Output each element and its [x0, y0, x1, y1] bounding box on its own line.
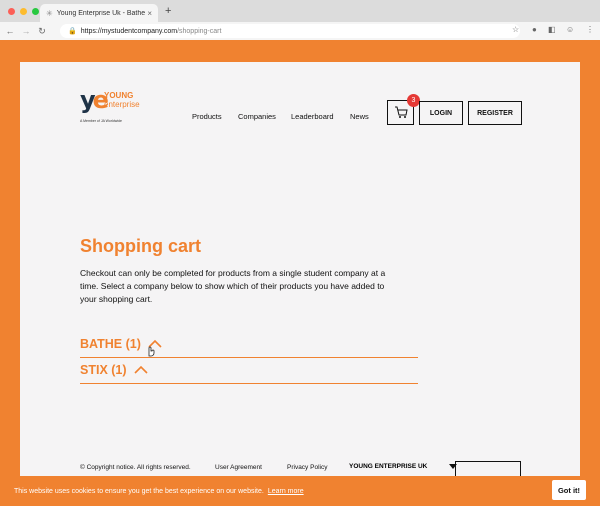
company-accordion-stix[interactable]: STIX (1) — [80, 363, 418, 384]
nav-companies[interactable]: Companies — [238, 112, 276, 121]
page-card: ye YOUNG enterprise A Member of JA World… — [20, 62, 580, 506]
url-path: /shopping-cart — [177, 27, 222, 35]
cookie-banner: This website uses cookies to ensure you … — [0, 476, 600, 506]
browser-chrome: ✳ Young Enterprise Uk - Bathe × + ← → ↻ … — [0, 0, 600, 40]
footer-privacy-policy[interactable]: Privacy Policy — [287, 464, 327, 471]
logo-mark: ye — [80, 86, 109, 114]
reload-icon[interactable]: ↻ — [36, 26, 48, 37]
logo-young: YOUNG — [104, 91, 134, 100]
young-enterprise-logo[interactable]: ye YOUNG enterprise A Member of JA World… — [80, 86, 160, 126]
logo-tagline: A Member of JA Worldwide — [80, 119, 122, 123]
org-select[interactable]: YOUNG ENTERPRISE UK — [349, 463, 458, 470]
learn-more-link[interactable]: Learn more — [268, 488, 304, 495]
bookmark-star-icon[interactable]: ☆ — [512, 25, 519, 34]
tab-close-icon[interactable]: × — [147, 9, 152, 18]
menu-dots-icon[interactable]: ⋮ — [586, 25, 594, 34]
nav-products[interactable]: Products — [192, 112, 222, 121]
company-label: BATHE (1) — [80, 337, 141, 351]
cart-description: Checkout can only be completed for produ… — [80, 268, 386, 304]
footer-user-agreement[interactable]: User Agreement — [215, 464, 262, 471]
org-select-value: YOUNG ENTERPRISE UK — [349, 463, 428, 470]
back-icon[interactable]: ← — [4, 26, 16, 36]
tab-title: Young Enterprise Uk - Bathe — [56, 9, 146, 17]
company-label: STIX (1) — [80, 363, 127, 377]
cookie-message: This website uses cookies to ensure you … — [14, 487, 264, 495]
register-button[interactable]: REGISTER — [468, 101, 522, 125]
maximize-window-icon[interactable] — [32, 8, 39, 15]
chevron-up-icon — [133, 365, 148, 374]
login-button[interactable]: LOGIN — [419, 101, 463, 125]
favicon-icon: ✳ — [46, 8, 53, 18]
profile-icon[interactable]: ☺ — [566, 25, 574, 34]
close-window-icon[interactable] — [8, 8, 15, 15]
nav-leaderboard[interactable]: Leaderboard — [291, 112, 334, 121]
nav-news[interactable]: News — [350, 112, 369, 121]
address-bar-row: ← → ↻ 🔒 https://mystudentcompany.com/sho… — [0, 22, 600, 40]
lock-icon: 🔒 — [68, 28, 77, 35]
browser-tab[interactable]: ✳ Young Enterprise Uk - Bathe × — [40, 4, 158, 22]
cookie-accept-button[interactable]: Got it! — [552, 480, 586, 500]
footer-copyright: © Copyright notice. All rights reserved. — [80, 464, 191, 471]
extension-icon[interactable]: ◧ — [548, 25, 556, 34]
tab-bar: ✳ Young Enterprise Uk - Bathe × + — [0, 0, 600, 22]
url-host: https://mystudentcompany.com — [80, 27, 178, 35]
hand-cursor-icon — [148, 346, 155, 357]
page-title: Shopping cart — [80, 236, 201, 256]
company-accordion-bathe[interactable]: BATHE (1) — [80, 337, 418, 358]
cart-icon — [394, 106, 408, 118]
minimize-window-icon[interactable] — [20, 8, 27, 15]
mic-icon[interactable]: ● — [532, 25, 537, 34]
url-field[interactable]: 🔒 https://mystudentcompany.com/shopping-… — [60, 24, 520, 38]
cart-button[interactable]: 3 — [387, 94, 420, 125]
logo-enterprise: enterprise — [104, 100, 140, 109]
forward-icon[interactable]: → — [20, 26, 32, 36]
window-controls — [8, 8, 39, 15]
new-tab-button[interactable]: + — [165, 5, 171, 17]
